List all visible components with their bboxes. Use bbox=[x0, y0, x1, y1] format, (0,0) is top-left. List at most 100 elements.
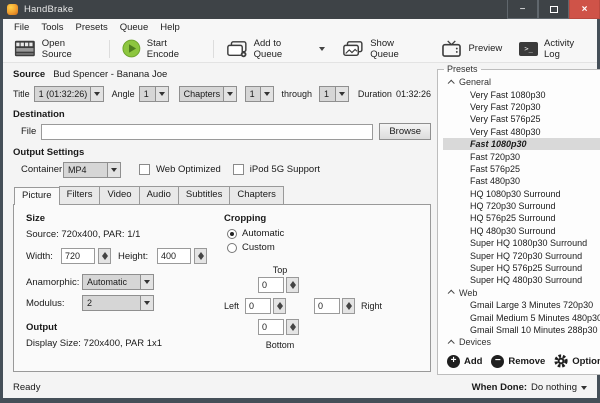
handbrake-logo-icon bbox=[7, 4, 18, 15]
crop-left-label: Left bbox=[224, 301, 239, 311]
preset-item[interactable]: Very Fast 480p30 bbox=[443, 126, 600, 138]
crop-left-input[interactable] bbox=[245, 298, 271, 314]
range-type-dropdown[interactable]: Chapters bbox=[179, 86, 237, 102]
preset-item[interactable]: HQ 1080p30 Surround bbox=[443, 188, 600, 200]
tab-picture[interactable]: Picture bbox=[14, 187, 60, 205]
chapter-end-value: 1 bbox=[320, 87, 335, 101]
preset-item[interactable]: Super HQ 576p25 Surround bbox=[443, 262, 600, 274]
preset-item[interactable]: Android 1080p30 bbox=[443, 349, 600, 351]
add-to-queue-button[interactable]: Add to Queue bbox=[221, 36, 330, 62]
show-queue-button[interactable]: Show Queue bbox=[337, 36, 429, 62]
preset-category[interactable]: Web bbox=[443, 287, 600, 299]
menu-item-tools[interactable]: Tools bbox=[35, 22, 69, 33]
collapse-arrow-icon[interactable] bbox=[448, 79, 455, 86]
preset-tree: GeneralVery Fast 1080p30Very Fast 720p30… bbox=[440, 75, 600, 351]
green-play-icon bbox=[122, 39, 141, 58]
menu-item-help[interactable]: Help bbox=[154, 22, 186, 33]
tab-subtitles[interactable]: Subtitles bbox=[178, 186, 230, 204]
preset-item[interactable]: Fast 480p30 bbox=[443, 175, 600, 187]
terminal-icon: >_ bbox=[519, 42, 538, 56]
crop-bottom-stepper[interactable] bbox=[286, 319, 299, 335]
preset-options-button[interactable]: Options bbox=[554, 354, 600, 368]
open-source-button[interactable]: Open Source bbox=[9, 36, 102, 62]
remove-label: Remove bbox=[508, 356, 545, 367]
when-done-dropdown[interactable]: When Done: Do nothing bbox=[472, 382, 587, 393]
title-bar: HandBrake − × bbox=[0, 0, 600, 19]
preview-button[interactable]: Preview bbox=[436, 38, 507, 60]
title-dropdown[interactable]: 1 (01:32:26) bbox=[34, 86, 104, 102]
width-label: Width: bbox=[26, 251, 58, 262]
options-label: Options bbox=[572, 356, 600, 367]
preset-item[interactable]: Fast 1080p30 bbox=[443, 138, 600, 150]
modulus-dropdown[interactable]: 2 bbox=[82, 295, 154, 311]
crop-top-input[interactable] bbox=[258, 277, 284, 293]
start-encode-button[interactable]: Start Encode bbox=[117, 36, 206, 62]
crop-automatic-option[interactable]: Automatic bbox=[227, 228, 430, 239]
remove-preset-button[interactable]: − Remove bbox=[491, 355, 545, 368]
width-input[interactable] bbox=[61, 248, 95, 264]
preset-item[interactable]: Gmail Medium 5 Minutes 480p30 bbox=[443, 311, 600, 323]
activity-log-button[interactable]: >_ Activity Log bbox=[514, 36, 597, 62]
tab-audio[interactable]: Audio bbox=[139, 186, 179, 204]
preset-item[interactable]: Super HQ 720p30 Surround bbox=[443, 249, 600, 261]
crop-bottom-input[interactable] bbox=[258, 319, 284, 335]
anamorphic-value: Automatic bbox=[83, 275, 140, 289]
container-dropdown[interactable]: MP4 bbox=[63, 162, 121, 178]
presets-column: Presets GeneralVery Fast 1080p30Very Fas… bbox=[437, 63, 597, 377]
menu-item-queue[interactable]: Queue bbox=[114, 22, 155, 33]
browse-button[interactable]: Browse bbox=[379, 123, 431, 140]
crop-top-stepper[interactable] bbox=[286, 277, 299, 293]
preset-actions: + Add − Remove bbox=[440, 351, 600, 372]
preset-category[interactable]: Devices bbox=[443, 336, 600, 348]
chevron-down-icon bbox=[140, 275, 153, 289]
chapter-end-dropdown[interactable]: 1 bbox=[319, 86, 349, 102]
ipod-5g-checkbox[interactable] bbox=[233, 164, 244, 175]
preset-item[interactable]: Gmail Large 3 Minutes 720p30 bbox=[443, 299, 600, 311]
chapter-start-dropdown[interactable]: 1 bbox=[245, 86, 275, 102]
crop-right-input[interactable] bbox=[314, 298, 340, 314]
add-preset-button[interactable]: + Add bbox=[447, 355, 482, 368]
duration-value: 01:32:26 bbox=[396, 89, 431, 99]
tab-video[interactable]: Video bbox=[99, 186, 139, 204]
menu-item-file[interactable]: File bbox=[8, 22, 35, 33]
width-stepper[interactable] bbox=[98, 248, 111, 264]
angle-label: Angle bbox=[112, 89, 135, 99]
height-stepper[interactable] bbox=[194, 248, 207, 264]
close-button[interactable]: × bbox=[569, 0, 600, 19]
maximize-button[interactable] bbox=[538, 0, 569, 19]
height-input[interactable] bbox=[157, 248, 191, 264]
range-type-value: Chapters bbox=[180, 87, 223, 101]
preset-item[interactable]: Super HQ 480p30 Surround bbox=[443, 274, 600, 286]
preview-label: Preview bbox=[468, 43, 502, 54]
preset-item[interactable]: Gmail Small 10 Minutes 288p30 bbox=[443, 324, 600, 336]
preset-category[interactable]: General bbox=[443, 76, 600, 88]
preset-item[interactable]: HQ 720p30 Surround bbox=[443, 200, 600, 212]
collapse-arrow-icon[interactable] bbox=[448, 340, 455, 347]
crop-left-stepper[interactable] bbox=[273, 298, 286, 314]
web-optimized-checkbox[interactable] bbox=[139, 164, 150, 175]
preset-item[interactable]: Very Fast 1080p30 bbox=[443, 88, 600, 100]
preset-item[interactable]: HQ 480p30 Surround bbox=[443, 225, 600, 237]
collapse-arrow-icon[interactable] bbox=[448, 290, 455, 297]
tab-chapters[interactable]: Chapters bbox=[229, 186, 284, 204]
chevron-down-icon bbox=[260, 87, 273, 101]
angle-dropdown[interactable]: 1 bbox=[139, 86, 169, 102]
crop-values: Top Left bbox=[224, 265, 424, 365]
minus-icon: − bbox=[491, 355, 504, 368]
preset-item[interactable]: Fast 720p30 bbox=[443, 150, 600, 162]
tab-filters[interactable]: Filters bbox=[59, 186, 101, 204]
preset-item[interactable]: Very Fast 720p30 bbox=[443, 101, 600, 113]
anamorphic-dropdown[interactable]: Automatic bbox=[82, 274, 154, 290]
open-source-label: Open Source bbox=[42, 38, 97, 60]
preset-label: Android 1080p30 bbox=[470, 350, 539, 351]
crop-custom-option[interactable]: Custom bbox=[227, 242, 430, 253]
file-input[interactable] bbox=[41, 124, 373, 140]
file-label: File bbox=[13, 126, 35, 137]
preset-item[interactable]: Super HQ 1080p30 Surround bbox=[443, 237, 600, 249]
preset-item[interactable]: Very Fast 576p25 bbox=[443, 113, 600, 125]
crop-right-stepper[interactable] bbox=[342, 298, 355, 314]
preset-item[interactable]: Fast 576p25 bbox=[443, 163, 600, 175]
preset-item[interactable]: HQ 576p25 Surround bbox=[443, 212, 600, 224]
menu-item-presets[interactable]: Presets bbox=[70, 22, 114, 33]
minimize-button[interactable]: − bbox=[507, 0, 538, 19]
